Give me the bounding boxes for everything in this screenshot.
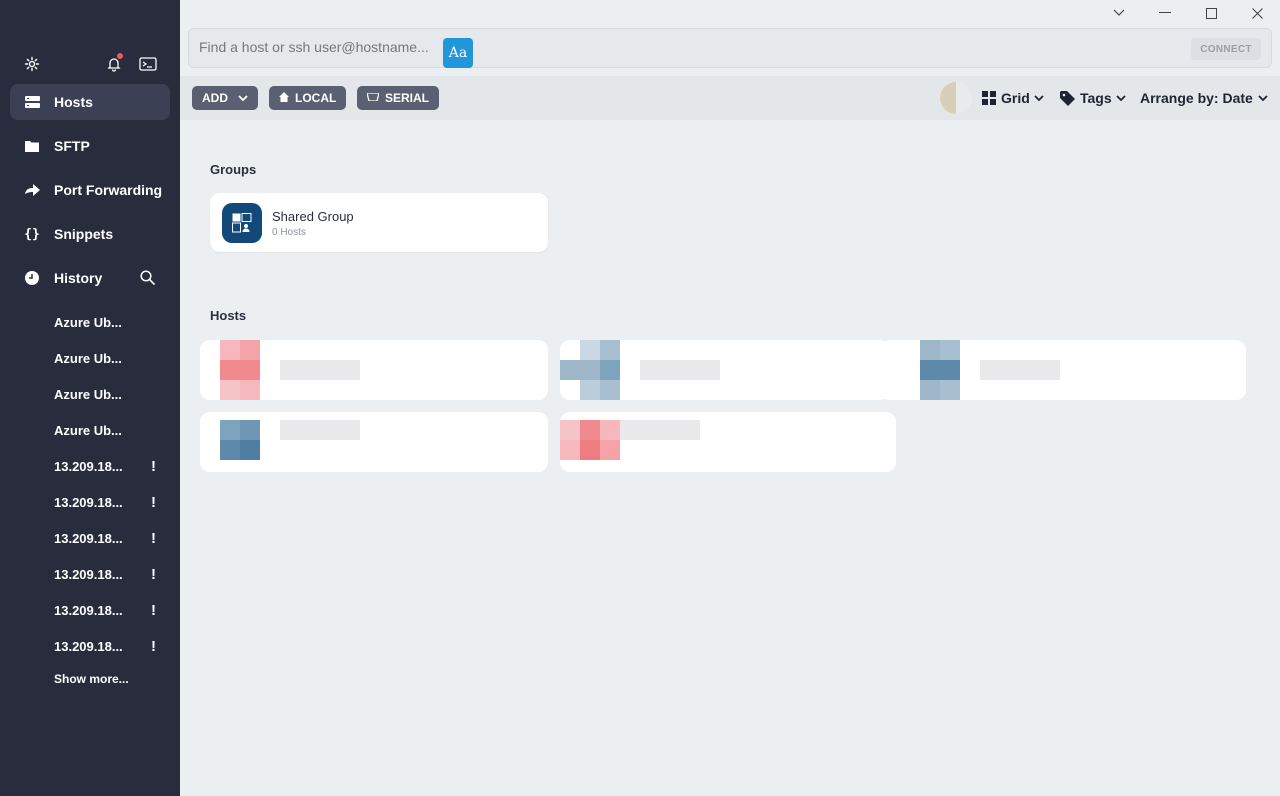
- view-mode-label: Grid: [1001, 90, 1030, 106]
- notification-bell-icon[interactable]: [102, 52, 126, 76]
- warning-mark: !: [151, 493, 156, 511]
- sidebar-item-sftp[interactable]: SFTP: [10, 128, 170, 164]
- view-mode-dropdown[interactable]: Grid: [982, 88, 1044, 108]
- warning-mark: !: [151, 457, 156, 475]
- warning-mark: !: [151, 565, 156, 583]
- history-item[interactable]: 13.209.18...!: [54, 636, 164, 656]
- close-icon[interactable]: [1248, 4, 1266, 22]
- history-item-label: 13.209.18...: [54, 566, 123, 582]
- title-bar: Aa CONNECT: [180, 0, 1280, 76]
- history-search-icon[interactable]: [140, 270, 156, 286]
- sidebar-item-snippets[interactable]: {} Snippets: [10, 216, 170, 252]
- snippets-icon: {}: [24, 226, 40, 242]
- group-name: Shared Group: [272, 209, 354, 224]
- sidebar-item-label: Snippets: [54, 226, 114, 242]
- sidebar-item-port-forwarding[interactable]: Port Forwarding: [10, 172, 170, 208]
- history-item-label: 13.209.18...: [54, 494, 123, 510]
- local-button-label: LOCAL: [295, 91, 337, 105]
- host-card[interactable]: [560, 340, 890, 400]
- toolbar: ADD LOCAL SERIAL Grid Tags Arrange by: D…: [180, 76, 1280, 120]
- warning-mark: !: [151, 529, 156, 547]
- warning-mark: !: [151, 601, 156, 619]
- sidebar-item-label: SFTP: [54, 138, 90, 154]
- avatar[interactable]: [940, 82, 972, 114]
- tags-label: Tags: [1080, 90, 1112, 106]
- hosts-section-title: Hosts: [210, 308, 247, 323]
- history-item-label: 13.209.18...: [54, 458, 123, 474]
- connect-button[interactable]: CONNECT: [1191, 38, 1261, 60]
- history-item-label: Azure Ub...: [54, 422, 122, 438]
- shared-group-icon: [222, 203, 262, 243]
- search-input[interactable]: [199, 39, 439, 55]
- host-card[interactable]: [200, 412, 548, 472]
- history-item[interactable]: 13.209.18...!: [54, 600, 164, 620]
- add-button-label: ADD: [202, 91, 228, 105]
- search-bar: Aa CONNECT: [188, 28, 1272, 68]
- sidebar-top-icons: [0, 52, 180, 76]
- show-more-link[interactable]: Show more...: [54, 672, 129, 686]
- group-host-count: 0 Hosts: [272, 227, 306, 238]
- history-item[interactable]: Azure Ub...: [54, 348, 164, 368]
- history-item-label: Azure Ub...: [54, 386, 122, 402]
- chevron-down-icon: [1116, 94, 1126, 101]
- sidebar-item-label: Hosts: [54, 94, 93, 110]
- sidebar-item-hosts[interactable]: Hosts: [10, 84, 170, 120]
- terminal-icon[interactable]: [136, 52, 160, 76]
- settings-gear-icon[interactable]: [20, 52, 44, 76]
- sidebar-item-history[interactable]: History: [10, 260, 170, 296]
- group-card[interactable]: Shared Group 0 Hosts: [210, 193, 548, 252]
- notification-dot: [117, 53, 123, 59]
- serial-port-icon: [366, 91, 380, 104]
- history-item-label: 13.209.18...: [54, 602, 123, 618]
- history-item[interactable]: 13.209.18...!: [54, 564, 164, 584]
- tags-dropdown[interactable]: Tags: [1060, 88, 1126, 108]
- history-item[interactable]: 13.209.18...!: [54, 492, 164, 512]
- grid-icon: [982, 91, 996, 105]
- font-badge-icon[interactable]: Aa: [443, 38, 473, 68]
- host-card[interactable]: [560, 412, 896, 472]
- chevron-down-icon: [1034, 94, 1044, 101]
- history-item-label: 13.209.18...: [54, 638, 123, 654]
- history-item[interactable]: Azure Ub...: [54, 312, 164, 332]
- history-item-label: Azure Ub...: [54, 350, 122, 366]
- sidebar: Hosts SFTP Port Forwarding {} Snippets H…: [0, 0, 180, 796]
- arrange-dropdown[interactable]: Arrange by: Date: [1140, 88, 1268, 108]
- folder-icon: [24, 138, 40, 154]
- add-button[interactable]: ADD: [192, 86, 258, 110]
- history-item-label: Azure Ub...: [54, 314, 122, 330]
- host-card[interactable]: [200, 340, 548, 400]
- groups-section-title: Groups: [210, 162, 257, 177]
- history-item[interactable]: 13.209.18...!: [54, 456, 164, 476]
- local-button[interactable]: LOCAL: [269, 86, 347, 110]
- tag-icon: [1060, 90, 1075, 106]
- home-icon: [279, 91, 289, 105]
- history-item[interactable]: 13.209.18...!: [54, 528, 164, 548]
- warning-mark: !: [151, 637, 156, 655]
- sidebar-item-label: History: [54, 270, 103, 286]
- chevron-down-icon: [1258, 94, 1268, 101]
- host-card[interactable]: [880, 340, 1246, 400]
- hosts-icon: [24, 94, 40, 110]
- minimize-icon[interactable]: [1156, 4, 1174, 22]
- port-forwarding-icon: [24, 182, 40, 198]
- chevron-down-icon[interactable]: [1110, 4, 1128, 22]
- history-icon: [24, 270, 40, 286]
- arrange-label: Arrange by: Date: [1140, 90, 1253, 106]
- history-item-label: 13.209.18...: [54, 530, 123, 546]
- serial-button[interactable]: SERIAL: [357, 86, 440, 110]
- history-item[interactable]: Azure Ub...: [54, 384, 164, 404]
- serial-button-label: SERIAL: [385, 91, 430, 105]
- history-item[interactable]: Azure Ub...: [54, 420, 164, 440]
- chevron-down-icon: [238, 94, 248, 101]
- maximize-icon[interactable]: [1202, 4, 1220, 22]
- sidebar-item-label: Port Forwarding: [54, 182, 163, 198]
